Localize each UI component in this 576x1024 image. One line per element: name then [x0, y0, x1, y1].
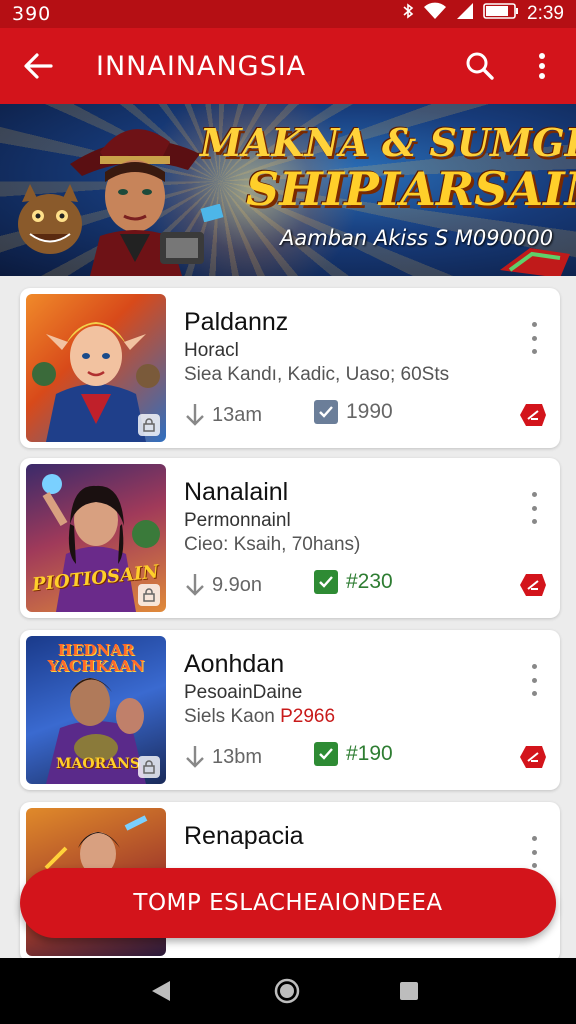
- card-more-button[interactable]: [526, 488, 542, 528]
- game-subtitle: Permonnainl: [184, 510, 291, 531]
- more-vert-icon: [539, 53, 545, 79]
- download-stat: 13am: [184, 402, 262, 428]
- game-title: Nanalainl: [184, 478, 289, 506]
- battery-icon: [483, 2, 519, 26]
- signal-icon: [455, 2, 475, 26]
- lock-icon: [138, 756, 160, 778]
- download-icon: [186, 746, 204, 768]
- lock-icon: [138, 414, 160, 436]
- system-nav-bar: [0, 958, 576, 1024]
- game-card[interactable]: PIOTIOSAIN Nanalainl Permonnainl Cieo: K…: [20, 458, 560, 618]
- game-meta: Siels Kaon P2966: [184, 706, 336, 727]
- back-button[interactable]: [0, 28, 76, 104]
- rating-stat: #230: [314, 570, 393, 594]
- banner-headline-2: SHIPIARSAIN: [246, 162, 576, 216]
- nav-back-button[interactable]: [146, 976, 176, 1006]
- app-title: INNAINANGSIA: [96, 50, 307, 82]
- game-title: Paldannz: [184, 308, 289, 336]
- card-more-button[interactable]: [526, 660, 542, 700]
- check-icon: [314, 742, 338, 766]
- nav-recents-button[interactable]: [394, 976, 424, 1006]
- banner-gem-decoration: [500, 248, 570, 276]
- check-icon: [314, 570, 338, 594]
- status-clock: 2:39: [527, 3, 564, 24]
- download-stat: 9.9on: [184, 572, 262, 598]
- square-recents-icon: [400, 982, 418, 1000]
- rating-stat: #190: [314, 742, 393, 766]
- game-subtitle: PesoainDaine: [184, 682, 303, 703]
- game-thumbnail: PIOTIOSAIN: [26, 464, 166, 612]
- triangle-back-icon: [152, 981, 170, 1001]
- game-card[interactable]: HEDNAR YACHKAAN MAORANS Aonhdan PesoainD…: [20, 630, 560, 790]
- game-meta: Siea Kandı, Kadic, Uaso; 60Sts: [184, 364, 450, 385]
- game-meta: Cieo: Ksaih, 70hans): [184, 534, 361, 555]
- banner-card-decoration: [200, 204, 224, 222]
- thumbnail-title-text: HEDNAR YACHKAAN: [47, 641, 145, 675]
- overflow-menu-button[interactable]: [520, 42, 564, 90]
- banner-headline-1: MAKNA & SUMGESN: [200, 120, 576, 165]
- download-icon: [186, 404, 204, 426]
- download-stat: 13bm: [184, 744, 262, 770]
- tag-icon[interactable]: [518, 570, 548, 600]
- game-title: Aonhdan: [184, 650, 285, 678]
- card-more-button[interactable]: [526, 832, 542, 872]
- status-left-text: 390: [12, 3, 52, 25]
- status-bar: 390 2:39: [0, 0, 576, 28]
- arrow-left-icon: [24, 53, 53, 79]
- wifi-icon: [423, 2, 447, 26]
- bluetooth-icon: [401, 2, 415, 26]
- game-card[interactable]: Paldannz Horacl Siea Kandı, Kadic, Uaso;…: [20, 288, 560, 448]
- tag-icon[interactable]: [518, 400, 548, 430]
- search-button[interactable]: [456, 42, 504, 90]
- rating-stat: 1990: [314, 400, 393, 424]
- check-icon: [314, 400, 338, 424]
- primary-cta-button[interactable]: TOMP ESLACHEAIONDEEA: [20, 868, 556, 938]
- lock-icon: [138, 584, 160, 606]
- card-more-button[interactable]: [526, 318, 542, 358]
- game-subtitle: Horacl: [184, 340, 239, 361]
- status-icons: 2:39: [401, 2, 564, 26]
- game-thumbnail: HEDNAR YACHKAAN MAORANS: [26, 636, 166, 784]
- hero-character-illustration: [70, 129, 204, 276]
- game-title: Renapacia: [184, 822, 304, 850]
- promo-banner[interactable]: MAKNA & SUMGESN SHIPIARSAIN Aamban Akiss…: [0, 104, 576, 276]
- game-thumbnail: [26, 294, 166, 442]
- thumbnail-caption-text: MAORANS: [56, 756, 140, 772]
- tag-icon[interactable]: [518, 742, 548, 772]
- download-icon: [186, 574, 204, 596]
- circle-home-icon: [274, 978, 300, 1004]
- app-bar: INNAINANGSIA: [0, 28, 576, 104]
- search-icon: [466, 52, 494, 80]
- nav-home-button[interactable]: [272, 976, 302, 1006]
